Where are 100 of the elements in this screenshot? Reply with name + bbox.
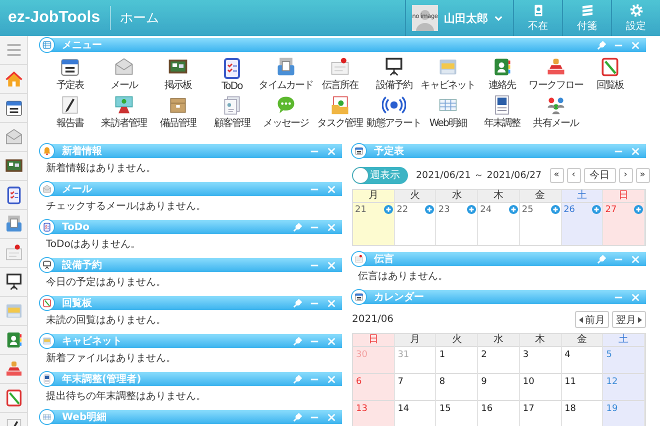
weekday-header: 水 bbox=[478, 334, 520, 346]
nav-button[interactable]: » bbox=[636, 168, 650, 182]
menu-item[interactable]: タイムカード bbox=[259, 56, 313, 92]
menu-item[interactable]: 設備予約 bbox=[367, 56, 421, 92]
date-cell[interactable]: 3 bbox=[520, 346, 562, 373]
close-icon[interactable] bbox=[631, 146, 640, 156]
close-icon[interactable] bbox=[631, 254, 640, 264]
menu-item[interactable]: 連絡先 bbox=[475, 56, 529, 92]
menu-item[interactable]: タスク管理 bbox=[313, 94, 367, 130]
panel-title: 年末調整(管理者) bbox=[60, 372, 142, 386]
close-icon[interactable] bbox=[631, 40, 640, 50]
chevron-down-icon bbox=[494, 14, 503, 22]
nav-button[interactable]: ‹ bbox=[566, 168, 581, 182]
date-cell[interactable]: 16 bbox=[478, 400, 520, 426]
menu-item[interactable]: メッセージ bbox=[259, 94, 313, 130]
panel-title: メニュー bbox=[61, 39, 103, 52]
add-icon[interactable] bbox=[634, 205, 643, 214]
wrench-icon[interactable] bbox=[293, 336, 302, 346]
menu-item[interactable]: 共有メール bbox=[529, 94, 583, 130]
date-cell[interactable]: 7 bbox=[394, 373, 436, 400]
menu-item[interactable]: ワークフロー bbox=[529, 56, 583, 92]
house-icon bbox=[4, 69, 24, 89]
prev-month-button[interactable]: 前月 bbox=[575, 311, 609, 328]
menu-item[interactable]: 動態アラート bbox=[367, 94, 421, 130]
day-cell[interactable]: 21 bbox=[353, 202, 395, 245]
date-cell[interactable]: 10 bbox=[520, 373, 562, 400]
menu-item[interactable]: 掲示板 bbox=[151, 56, 205, 92]
add-icon[interactable] bbox=[384, 205, 393, 214]
weekday-header: 木 bbox=[520, 334, 562, 346]
close-icon[interactable] bbox=[327, 222, 336, 232]
close-icon[interactable] bbox=[327, 146, 336, 156]
wrench-icon[interactable] bbox=[293, 412, 302, 422]
page-title: ホーム bbox=[119, 10, 160, 27]
calendar-icon bbox=[352, 144, 366, 158]
menu-item[interactable]: キャビネット bbox=[421, 56, 475, 92]
month-label: 2021/06 bbox=[352, 314, 394, 325]
day-cell[interactable]: 26 bbox=[562, 202, 604, 245]
add-icon[interactable] bbox=[467, 205, 476, 214]
day-header: 水 bbox=[436, 190, 478, 202]
clipboard-icon bbox=[4, 388, 24, 408]
calendar-icon bbox=[352, 290, 366, 304]
close-icon[interactable] bbox=[327, 298, 336, 308]
menu-item[interactable]: 来訪者管理 bbox=[97, 94, 151, 130]
date-cell[interactable]: 14 bbox=[394, 400, 436, 426]
wrench-icon[interactable] bbox=[293, 374, 302, 384]
signal-icon bbox=[382, 94, 406, 116]
panel-title: ToDo bbox=[61, 222, 91, 232]
close-icon[interactable] bbox=[327, 336, 336, 346]
add-icon[interactable] bbox=[425, 205, 434, 214]
nav-button[interactable]: › bbox=[618, 168, 633, 182]
date-cell[interactable]: 2 bbox=[478, 346, 520, 373]
close-icon[interactable] bbox=[631, 292, 640, 302]
menu-item[interactable]: 顧客管理 bbox=[205, 94, 259, 130]
day-cell[interactable]: 24 bbox=[478, 202, 520, 245]
close-icon[interactable] bbox=[327, 374, 336, 384]
weekday-header: 金 bbox=[562, 334, 604, 346]
panel-message: 新着情報はありません。 bbox=[45, 162, 157, 176]
day-cell[interactable]: 23 bbox=[436, 202, 478, 245]
date-cell[interactable]: 17 bbox=[520, 400, 562, 426]
add-icon[interactable] bbox=[592, 205, 602, 214]
menu-item[interactable]: 備品管理 bbox=[151, 94, 205, 130]
menu-item[interactable]: ToDo bbox=[205, 56, 259, 92]
day-cell[interactable]: 22 bbox=[394, 202, 436, 245]
weekday-header: 土 bbox=[603, 334, 645, 346]
date-cell[interactable]: 8 bbox=[436, 373, 478, 400]
date-cell[interactable]: 1 bbox=[436, 346, 478, 373]
menu-item[interactable]: Web明細 bbox=[421, 94, 475, 130]
menu-item[interactable]: 報告書 bbox=[43, 94, 97, 130]
menu-item[interactable]: 予定表 bbox=[43, 56, 97, 92]
clipboard-icon bbox=[40, 296, 54, 310]
envelope-icon bbox=[4, 127, 24, 147]
nav-button[interactable]: 今日 bbox=[584, 168, 616, 182]
menu-item[interactable]: メール bbox=[97, 56, 151, 92]
time-clock-icon bbox=[4, 214, 24, 234]
wrench-icon[interactable] bbox=[597, 40, 606, 50]
next-month-button[interactable]: 翌月 bbox=[612, 311, 646, 328]
envelope-icon bbox=[40, 182, 54, 196]
menu-item[interactable]: 回覧板 bbox=[583, 56, 637, 92]
bell-icon bbox=[40, 144, 54, 158]
menu-item[interactable]: 伝言所在 bbox=[313, 56, 367, 92]
add-icon[interactable] bbox=[508, 205, 518, 214]
day-header: 土 bbox=[562, 190, 604, 202]
sticky-notes-icon bbox=[580, 3, 594, 18]
add-icon[interactable] bbox=[550, 205, 560, 214]
close-icon[interactable] bbox=[327, 184, 336, 194]
panel-message: チェックするメールはありません。 bbox=[45, 200, 207, 214]
caret-right-icon bbox=[638, 316, 642, 322]
wrench-icon[interactable] bbox=[293, 222, 302, 232]
wrench-icon[interactable] bbox=[293, 298, 302, 308]
date-cell[interactable]: 15 bbox=[436, 400, 478, 426]
nav-button[interactable]: « bbox=[550, 168, 564, 182]
menu-item[interactable]: 年末調整 bbox=[475, 94, 529, 130]
wrench-icon[interactable] bbox=[597, 254, 606, 264]
date-cell[interactable]: 9 bbox=[478, 373, 520, 400]
panel-title: 回覧板 bbox=[61, 296, 93, 310]
drawer-icon bbox=[40, 334, 54, 348]
close-icon[interactable] bbox=[327, 260, 336, 270]
close-icon[interactable] bbox=[327, 412, 336, 422]
panel-title: 伝言 bbox=[372, 252, 395, 266]
memo-pin-icon bbox=[4, 243, 24, 263]
